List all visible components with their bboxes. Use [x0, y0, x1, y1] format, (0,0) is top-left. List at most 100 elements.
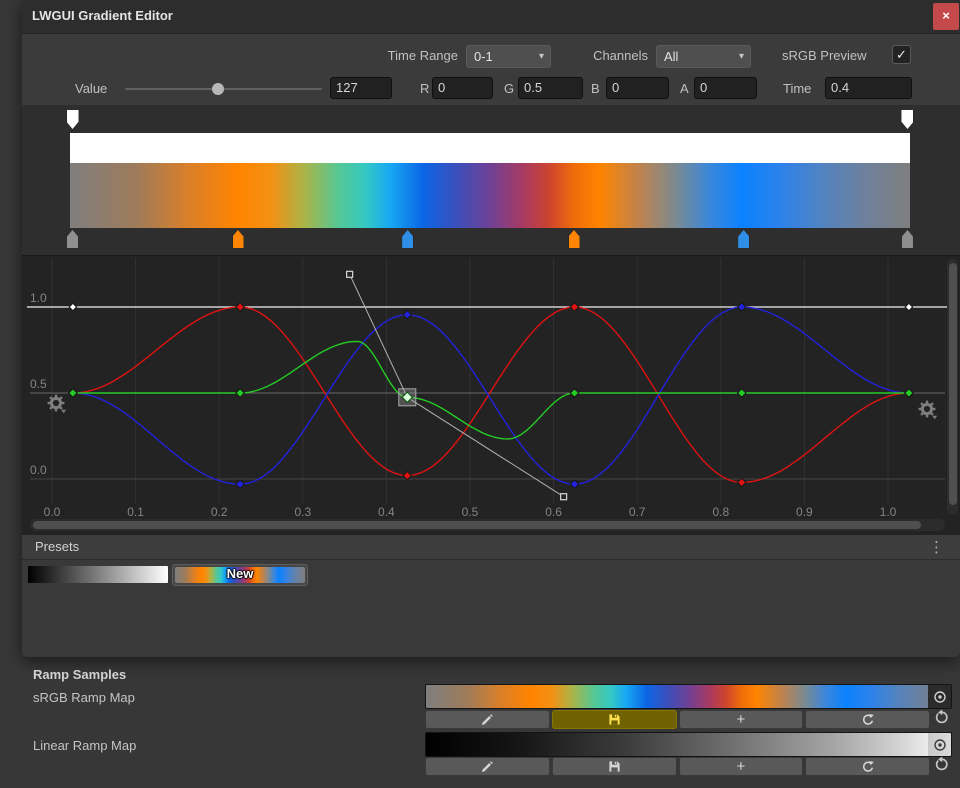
preset-swatch-new[interactable]: New: [172, 564, 308, 586]
gradient-preview-section: [22, 105, 960, 255]
color-key-marker[interactable]: [738, 230, 749, 248]
curve-key-green[interactable]: [69, 389, 77, 397]
curve-key-red[interactable]: [570, 303, 578, 311]
undo-button[interactable]: [933, 756, 953, 776]
refresh-button[interactable]: [805, 757, 930, 776]
curve-key-green[interactable]: [570, 389, 578, 397]
curve-key-blue[interactable]: [737, 303, 745, 311]
object-picker-icon[interactable]: [928, 685, 951, 708]
value-label: Value: [75, 81, 107, 96]
undo-button[interactable]: [933, 709, 953, 729]
curve-key-green[interactable]: [737, 389, 745, 397]
presets-header: Presets ⋮: [22, 535, 960, 560]
preset-swatch-grayscale[interactable]: [28, 566, 168, 583]
color-preview-strip[interactable]: [70, 163, 910, 228]
tangent-handle[interactable]: [561, 494, 567, 500]
gradient-editor-window: LWGUI Gradient Editor × Time Range 0-1 ▾…: [22, 0, 960, 657]
curve-editor: 0.00.10.20.30.40.50.60.70.80.91.01.00.50…: [22, 255, 960, 535]
pencil-icon: [480, 760, 494, 774]
x-tick-label: 0.2: [211, 505, 228, 518]
channels-dropdown[interactable]: All ▾: [656, 45, 751, 68]
plus-icon: +: [736, 712, 745, 727]
right-gear-icon[interactable]: [918, 400, 938, 420]
floppy-button[interactable]: [552, 710, 677, 729]
left-gear-icon[interactable]: [47, 394, 67, 414]
time-range-dropdown[interactable]: 0-1 ▾: [466, 45, 551, 68]
presets-panel: Presets ⋮ New: [22, 535, 960, 657]
y-tick-label: 0.5: [30, 377, 47, 391]
g-field[interactable]: 0.5: [518, 77, 583, 99]
floppy-icon: [608, 760, 621, 773]
r-field[interactable]: 0: [432, 77, 493, 99]
curve-key-red[interactable]: [236, 303, 244, 311]
color-key-marker[interactable]: [402, 230, 413, 248]
y-tick-label: 0.0: [30, 463, 47, 477]
x-tick-label: 0.1: [127, 505, 144, 518]
alpha-marker[interactable]: [901, 110, 913, 129]
presets-title: Presets: [35, 539, 79, 554]
value-field[interactable]: 127: [330, 77, 392, 99]
color-key-marker[interactable]: [902, 230, 913, 248]
x-tick-label: 0.5: [462, 505, 479, 518]
b-field[interactable]: 0: [606, 77, 669, 99]
time-field[interactable]: 0.4: [825, 77, 912, 99]
color-key-marker[interactable]: [569, 230, 580, 248]
r-label: R: [420, 81, 429, 96]
x-tick-label: 0.6: [545, 505, 562, 518]
curve-key-alpha[interactable]: [69, 303, 76, 310]
horizontal-scrollbar-thumb[interactable]: [33, 521, 921, 529]
ramp-samples-title: Ramp Samples: [33, 667, 126, 682]
curve-canvas[interactable]: 0.00.10.20.30.40.50.60.70.80.91.01.00.50…: [22, 256, 960, 518]
color-key-marker[interactable]: [67, 230, 78, 248]
gradient-preview[interactable]: [70, 133, 910, 228]
check-icon: ✓: [896, 47, 907, 62]
plus-button[interactable]: +: [679, 710, 804, 729]
g-label: G: [504, 81, 514, 96]
chevron-down-icon: ▾: [539, 46, 544, 67]
curve-key-blue[interactable]: [403, 310, 411, 318]
curve-red[interactable]: [73, 307, 909, 482]
ramp-map-label: sRGB Ramp Map: [33, 690, 135, 705]
floppy-button[interactable]: [552, 757, 677, 776]
refresh-button[interactable]: [805, 710, 930, 729]
x-tick-label: 0.0: [44, 505, 61, 518]
pencil-button[interactable]: [425, 757, 550, 776]
preset-name: New: [173, 566, 307, 581]
close-button[interactable]: ×: [933, 3, 959, 30]
curve-key-blue[interactable]: [236, 480, 244, 488]
x-tick-label: 0.4: [378, 505, 395, 518]
ramp-gradient: [426, 733, 951, 756]
pencil-button[interactable]: [425, 710, 550, 729]
window-title: LWGUI Gradient Editor: [32, 8, 173, 23]
alpha-marker[interactable]: [67, 110, 79, 129]
vertical-scrollbar[interactable]: [947, 259, 958, 515]
alpha-preview-strip[interactable]: [70, 133, 910, 163]
x-tick-label: 0.9: [796, 505, 813, 518]
ramp-gradient-field[interactable]: [425, 732, 952, 757]
channels-label: Channels: [578, 48, 648, 63]
curve-key-blue[interactable]: [570, 480, 578, 488]
tangent-handle[interactable]: [347, 271, 353, 277]
curve-blue[interactable]: [73, 307, 909, 484]
curve-key-green[interactable]: [905, 389, 913, 397]
plus-button[interactable]: +: [679, 757, 804, 776]
ramp-gradient-field[interactable]: [425, 684, 952, 709]
chevron-down-icon: ▾: [739, 46, 744, 67]
b-label: B: [591, 81, 600, 96]
vertical-scrollbar-thumb[interactable]: [949, 263, 957, 505]
horizontal-scrollbar[interactable]: [30, 519, 945, 531]
curve-key-alpha[interactable]: [905, 303, 912, 310]
kebab-menu-icon[interactable]: ⋮: [929, 538, 944, 556]
color-key-marker[interactable]: [233, 230, 244, 248]
object-picker-icon[interactable]: [928, 733, 951, 756]
plus-icon: +: [736, 759, 745, 774]
time-range-label: Time Range: [370, 48, 458, 63]
value-slider-thumb[interactable]: [212, 83, 224, 95]
curve-key-green[interactable]: [236, 389, 244, 397]
a-field[interactable]: 0: [694, 77, 757, 99]
titlebar: LWGUI Gradient Editor ×: [22, 0, 960, 34]
srgb-preview-checkbox[interactable]: ✓: [892, 45, 911, 64]
channels-value: All: [664, 49, 678, 64]
refresh-icon: [861, 713, 875, 727]
x-tick-label: 0.3: [294, 505, 311, 518]
